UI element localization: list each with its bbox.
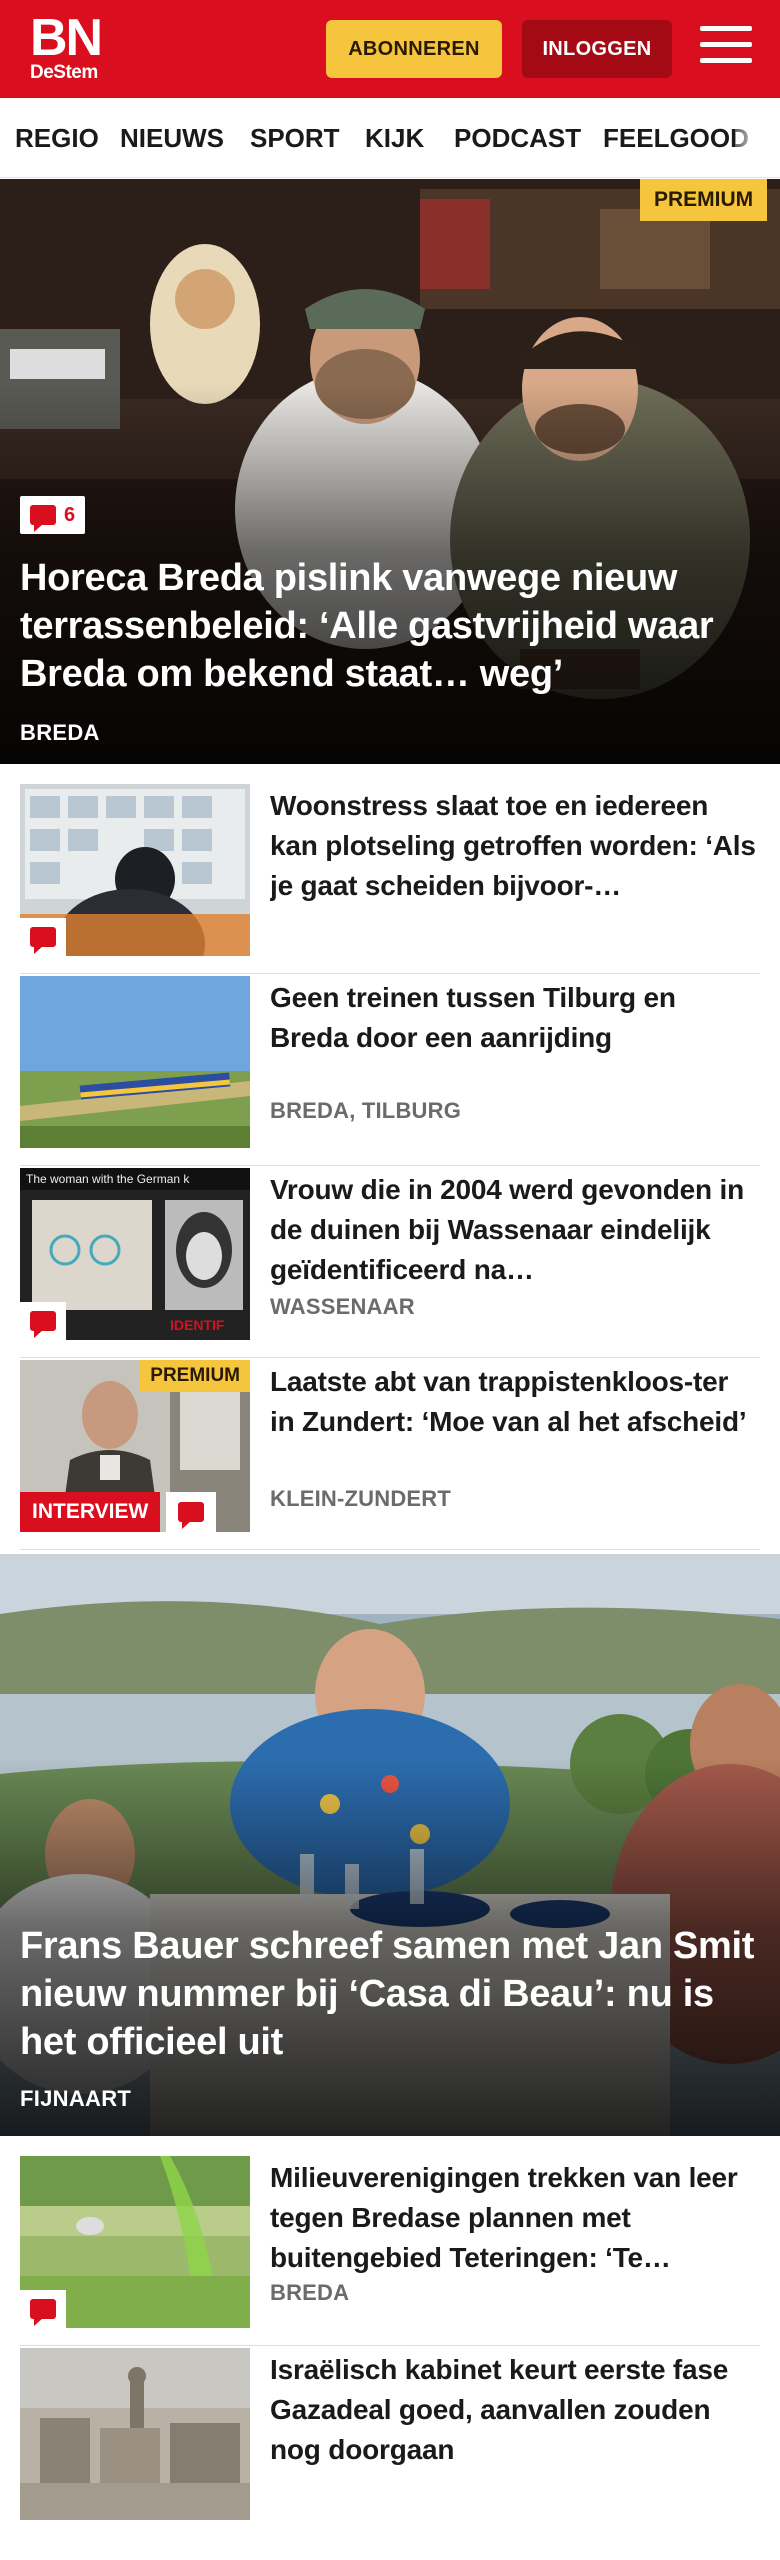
premium-badge: PREMIUM bbox=[140, 1360, 250, 1392]
article-title[interactable]: Vrouw die in 2004 werd gevonden in de du… bbox=[270, 1170, 760, 1290]
comment-icon bbox=[30, 2299, 56, 2326]
hero-location: FIJNAART bbox=[20, 2086, 132, 2111]
comment-count: 6 bbox=[64, 503, 76, 526]
hero-article-horeca[interactable]: PREMIUM 6 Horeca Breda pislink vanwege n… bbox=[0, 179, 780, 764]
article-title[interactable]: Geen treinen tussen Tilburg en Breda doo… bbox=[270, 978, 760, 1058]
article-title[interactable]: Woonstress slaat toe en iedereen kan plo… bbox=[270, 786, 760, 906]
list-item[interactable]: Milieuverenigingen trekken van leer tege… bbox=[20, 2156, 760, 2346]
article-title[interactable]: Laatste abt van trappistenkloos-ter in Z… bbox=[270, 1362, 760, 1442]
hero-title[interactable]: Horeca Breda pislink vanwege nieuw terra… bbox=[20, 554, 760, 698]
hero-title[interactable]: Frans Bauer schreef samen met Jan Smit n… bbox=[20, 1922, 760, 2066]
login-button[interactable]: INLOGGEN bbox=[522, 20, 672, 78]
list-item[interactable]: Geen treinen tussen Tilburg en Breda doo… bbox=[20, 976, 760, 1166]
logo-main: BN bbox=[30, 9, 103, 67]
article-title[interactable]: Israëlisch kabinet keurt eerste fase Gaz… bbox=[270, 2350, 760, 2470]
comment-icon bbox=[30, 927, 56, 954]
article-thumbnail: The woman with the German k IDENTIF bbox=[20, 1168, 250, 1340]
comment-icon-chip[interactable] bbox=[20, 2290, 66, 2328]
article-thumbnail bbox=[20, 2348, 250, 2520]
hero-article-frans-bauer[interactable]: Frans Bauer schreef samen met Jan Smit n… bbox=[0, 1554, 780, 2136]
nav-item-podcast[interactable]: PODCAST bbox=[454, 98, 581, 177]
menu-icon[interactable] bbox=[700, 26, 752, 70]
comment-icon-chip[interactable] bbox=[20, 1302, 66, 1340]
logo-sub: DeStem bbox=[30, 62, 98, 83]
thumb-label: IDENTIF bbox=[170, 1317, 225, 1333]
article-thumbnail bbox=[20, 784, 250, 956]
comment-icon bbox=[30, 1311, 56, 1338]
list-item[interactable]: The woman with the German k IDENTIF Vrou… bbox=[20, 1168, 760, 1358]
comment-icon-chip[interactable] bbox=[166, 1492, 216, 1532]
section-nav: REGIO NIEUWS SPORT KIJK PODCAST FEELGOOD… bbox=[0, 98, 780, 178]
nav-item-kijk[interactable]: KIJK bbox=[365, 98, 424, 177]
article-title[interactable]: Milieuverenigingen trekken van leer tege… bbox=[270, 2158, 760, 2278]
comment-icon bbox=[30, 505, 56, 532]
article-location: KLEIN-ZUNDERT bbox=[270, 1486, 452, 1511]
nav-item-feelgood[interactable]: FEELGOOD bbox=[603, 98, 749, 177]
nav-item-nieuws[interactable]: NIEUWS bbox=[120, 98, 224, 177]
hero-location: BREDA bbox=[20, 720, 100, 745]
comment-count-chip[interactable]: 6 bbox=[20, 496, 86, 534]
subscribe-button[interactable]: ABONNEREN bbox=[326, 20, 502, 78]
interview-tag: INTERVIEW bbox=[20, 1492, 161, 1532]
nav-item-sport[interactable]: SPORT bbox=[250, 98, 340, 177]
comment-icon-chip[interactable] bbox=[20, 918, 66, 956]
article-location: WASSENAAR bbox=[270, 1294, 415, 1319]
article-location: BREDA, TILBURG bbox=[270, 1098, 462, 1123]
article-thumbnail bbox=[20, 2156, 250, 2328]
list-item[interactable]: Woonstress slaat toe en iedereen kan plo… bbox=[20, 784, 760, 974]
premium-badge: PREMIUM bbox=[640, 179, 768, 221]
article-thumbnail bbox=[20, 976, 250, 1148]
site-header: BN DeStem ABONNEREN INLOGGEN bbox=[0, 0, 780, 98]
site-logo[interactable]: BN DeStem bbox=[30, 9, 103, 84]
article-thumbnail: PREMIUM INTERVIEW bbox=[20, 1360, 250, 1532]
nav-fade bbox=[735, 98, 780, 177]
thumb-caption: The woman with the German k bbox=[26, 1172, 190, 1186]
nav-item-regio[interactable]: REGIO bbox=[15, 98, 99, 177]
article-location: BREDA bbox=[270, 2280, 350, 2305]
list-item[interactable]: Israëlisch kabinet keurt eerste fase Gaz… bbox=[20, 2348, 760, 2538]
comment-icon bbox=[178, 1502, 204, 1529]
list-item[interactable]: PREMIUM INTERVIEW Laatste abt van trappi… bbox=[20, 1360, 760, 1550]
